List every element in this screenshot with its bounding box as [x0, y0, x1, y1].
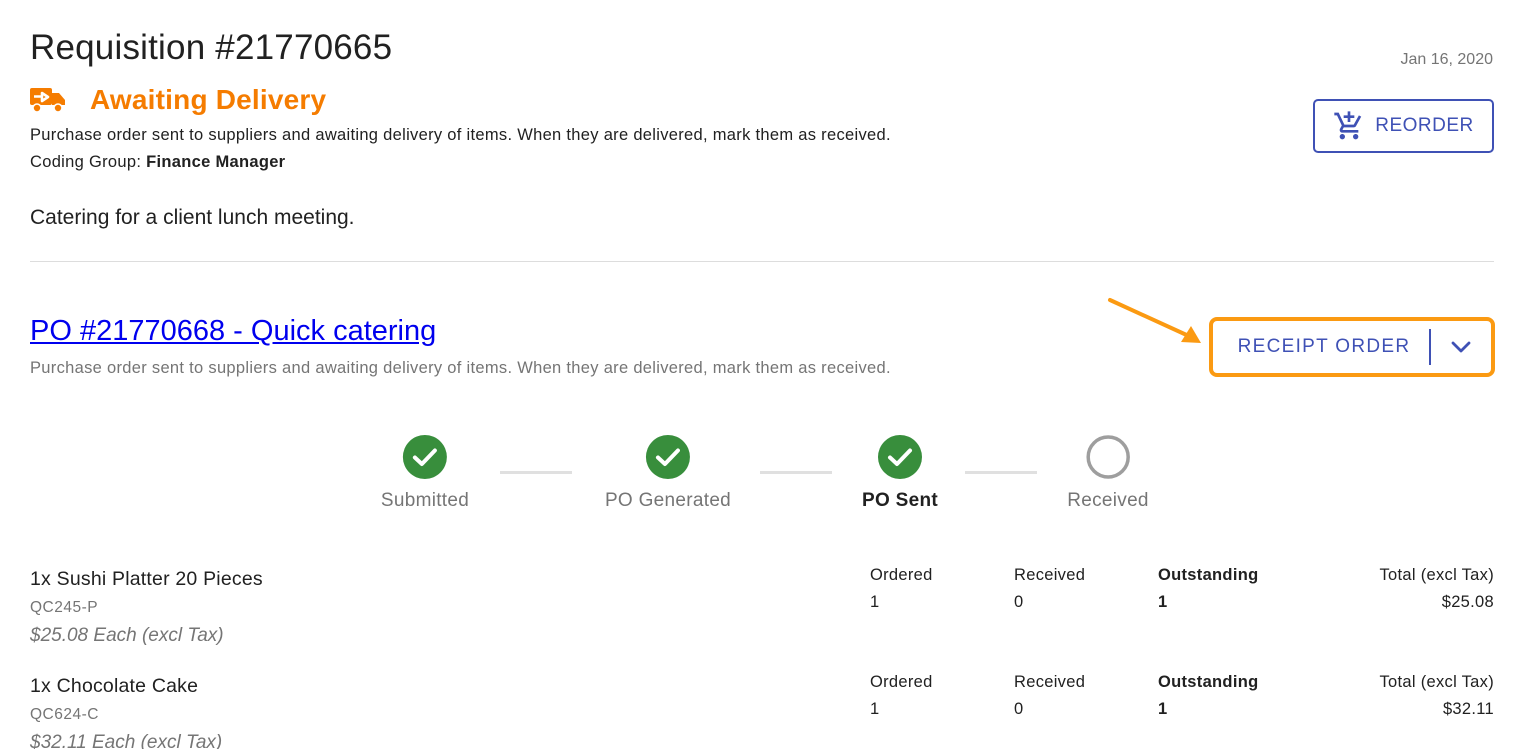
- item-sku: QC624-C: [30, 706, 99, 723]
- step-connector: [500, 471, 572, 474]
- total-value: $32.11: [1442, 700, 1494, 718]
- status-label: Awaiting Delivery: [90, 84, 327, 115]
- item-sku: QC245-P: [30, 599, 99, 616]
- total-header: Total (excl Tax): [1379, 566, 1494, 584]
- outstanding-column: Outstanding 1: [1158, 673, 1258, 719]
- total-column: Total (excl Tax) $25.08: [1379, 566, 1494, 612]
- receipt-order-button[interactable]: RECEIPT ORDER: [1213, 321, 1429, 373]
- ordered-column: Ordered 1: [870, 673, 933, 719]
- requisition-date: Jan 16, 2020: [1400, 51, 1493, 68]
- coding-group-label: Coding Group:: [30, 153, 147, 171]
- check-circle-icon: [646, 435, 690, 479]
- step-label: Received: [1067, 490, 1149, 511]
- coding-group: Coding Group: Finance Manager: [30, 153, 285, 172]
- outstanding-header: Outstanding: [1158, 673, 1259, 691]
- received-column: Received 0: [1014, 673, 1085, 719]
- step-po-sent: PO Sent: [862, 434, 938, 512]
- ordered-column: Ordered 1: [870, 566, 933, 612]
- po-link[interactable]: PO #21770668 - Quick catering: [30, 315, 436, 348]
- status-description: Purchase order sent to suppliers and awa…: [30, 126, 891, 144]
- received-value: 0: [1014, 593, 1024, 611]
- section-divider: [30, 261, 1494, 262]
- step-received: Received: [1067, 434, 1149, 512]
- item-name: 1x Sushi Platter 20 Pieces: [30, 568, 263, 590]
- received-column: Received 0: [1014, 566, 1085, 612]
- annotation-arrow-icon: [1108, 298, 1201, 343]
- outstanding-value: 1: [1158, 700, 1168, 718]
- reorder-button-label: REORDER: [1375, 115, 1474, 136]
- status-row: Awaiting Delivery: [30, 84, 326, 116]
- step-label: Submitted: [380, 490, 470, 511]
- check-circle-icon: [877, 435, 922, 479]
- item-unit-price: $32.11 Each (excl Tax): [30, 732, 223, 749]
- ordered-header: Ordered: [870, 566, 933, 584]
- item-unit-price: $25.08 Each (excl Tax): [30, 625, 224, 646]
- coding-group-value: Finance Manager: [146, 153, 286, 171]
- receipt-order-split-button: RECEIPT ORDER: [1209, 317, 1495, 377]
- total-value: $25.08: [1441, 593, 1494, 611]
- check-circle-icon: [403, 435, 447, 479]
- outstanding-column: Outstanding 1: [1158, 566, 1258, 612]
- receipt-order-dropdown[interactable]: [1431, 321, 1491, 373]
- received-header: Received: [1014, 673, 1086, 691]
- chevron-down-icon: [1451, 341, 1471, 353]
- item-name: 1x Chocolate Cake: [30, 675, 199, 697]
- total-header: Total (excl Tax): [1379, 673, 1494, 691]
- ordered-value: 1: [870, 700, 880, 718]
- cart-plus-icon: [1334, 111, 1362, 140]
- empty-circle-icon: [1086, 435, 1130, 479]
- received-header: Received: [1014, 566, 1086, 584]
- outstanding-header: Outstanding: [1158, 566, 1259, 584]
- requisition-title: Requisition #21770665: [30, 28, 393, 67]
- truck-delivery-icon: [30, 88, 65, 113]
- po-description: Purchase order sent to suppliers and awa…: [30, 359, 891, 377]
- step-submitted: Submitted: [381, 434, 469, 512]
- ordered-header: Ordered: [870, 673, 933, 691]
- step-connector: [760, 471, 832, 474]
- total-column: Total (excl Tax) $32.11: [1379, 673, 1494, 719]
- step-po-generated: PO Generated: [605, 434, 731, 512]
- ordered-value: 1: [870, 593, 880, 611]
- received-value: 0: [1014, 700, 1024, 718]
- requisition-description: Catering for a client lunch meeting.: [30, 206, 355, 229]
- outstanding-value: 1: [1158, 593, 1168, 611]
- step-label: PO Generated: [604, 490, 732, 511]
- step-label: PO Sent: [861, 490, 939, 511]
- reorder-button[interactable]: REORDER: [1313, 99, 1494, 153]
- progress-stepper: Submitted PO Generated PO Sent Received: [0, 434, 1523, 524]
- step-connector: [965, 471, 1037, 474]
